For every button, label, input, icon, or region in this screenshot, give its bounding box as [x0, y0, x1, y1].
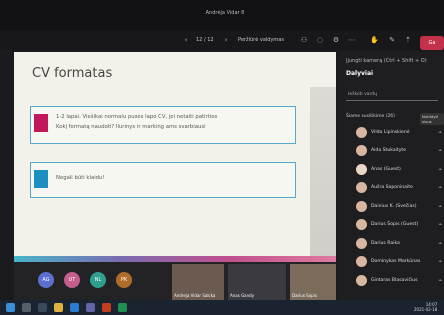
share-icon[interactable]: ⇡	[404, 36, 412, 44]
video-tile[interactable]: Darius Sopis	[290, 264, 336, 300]
camera-icon[interactable]: ✋	[370, 36, 379, 44]
taskbar-clock[interactable]: 14:07 2021-02-18	[414, 302, 437, 312]
avatar-initials: UT	[68, 277, 76, 283]
more-options-icon[interactable]: ⋯	[348, 36, 356, 44]
participant-row[interactable]: Dominykas Markūnas ⌁	[356, 254, 442, 270]
chevron-left-icon[interactable]: ‹	[182, 36, 190, 44]
panel-title: Dalyviai	[346, 70, 374, 77]
slide-decoration	[310, 87, 336, 257]
explorer-icon[interactable]	[54, 303, 63, 312]
window-titlebar: Andrėja Vidar 8	[0, 0, 444, 30]
participant-avatar-circle[interactable]: PK	[116, 272, 132, 288]
shared-slide: CV formatas 1-2 lapai. Viešikai normalu …	[14, 52, 336, 262]
avatar-initials: PK	[120, 277, 128, 283]
box2-marker	[34, 170, 48, 188]
participant-row[interactable]: Gintaras Blasavičius ⌁	[356, 273, 442, 289]
participant-row[interactable]: Dainius K. (Svečias) ⌁	[356, 199, 442, 215]
chat-icon[interactable]: ◌	[316, 36, 324, 44]
mic-muted-icon: ⌁	[438, 166, 442, 173]
participant-name: Darius Raika	[371, 241, 400, 246]
camera-hint: Įjungti kamerą (Ctrl + Shift + O)	[346, 58, 427, 64]
participant-row[interactable]: Aida Stukaityte ⌁	[356, 143, 442, 159]
window-title: Andrėja Vidar 8	[205, 10, 245, 16]
avatar	[356, 145, 367, 156]
box1-marker	[34, 114, 48, 132]
task-view-icon[interactable]	[38, 303, 47, 312]
chevron-right-icon[interactable]: ›	[222, 36, 230, 44]
settings-icon[interactable]: ⚙	[332, 36, 340, 44]
box2-text: Negali būti klaidu!	[56, 175, 105, 181]
mic-muted-icon: ⌁	[438, 129, 442, 136]
leave-label: Ga	[428, 40, 436, 46]
excel-icon[interactable]	[118, 303, 127, 312]
mic-muted-icon: ⌁	[438, 147, 442, 154]
participant-avatar-circle[interactable]: UT	[64, 272, 80, 288]
box1-line2: Kokį formatą naudoti? Ilurinys ir markin…	[56, 124, 206, 130]
participant-row[interactable]: Anas (Guest) ⌁	[356, 162, 442, 178]
mic-muted-icon: ⌁	[438, 277, 442, 284]
present-control-button[interactable]: Peržiūrė valdymas	[238, 37, 284, 43]
mic-muted-icon: ⌁	[438, 258, 442, 265]
microphone-icon[interactable]: ✎	[388, 36, 396, 44]
meeting-toolbar: ‹ 12 / 12 › Peržiūrė valdymas ⚇ ◌ ⚙ ⋯ ✋ …	[0, 30, 444, 50]
participants-section-header[interactable]: Šiame susitikime (26)	[346, 114, 395, 119]
participant-name: Aida Stukaityte	[371, 148, 407, 153]
avatar	[356, 275, 367, 286]
video-tile[interactable]: Anas Gandy	[228, 264, 286, 300]
search-icon[interactable]	[22, 303, 31, 312]
video-tile-name: Andreja Vidar Salcka	[174, 293, 216, 298]
slide-title: CV formatas	[32, 66, 113, 81]
avatar	[356, 201, 367, 212]
participant-row[interactable]: Darius Šopis (Guest) ⌁	[356, 217, 442, 233]
windows-start-icon[interactable]	[6, 303, 15, 312]
video-tile-name: Darius Sopis	[292, 293, 317, 298]
avatar-initials: NL	[94, 277, 102, 283]
page-counter: 12 / 12	[196, 37, 214, 43]
participant-row[interactable]: Aušra Saponinaite ⌁	[356, 180, 442, 196]
participant-name: Gintaras Blasavičius	[371, 278, 418, 283]
participant-name: Dainius K. (Svečias)	[371, 204, 417, 209]
participants-panel: Įjungti kamerą (Ctrl + Shift + O) Dalyvi…	[338, 52, 444, 300]
mute-all-button[interactable]: Nutildyti visus	[420, 113, 444, 125]
avatar-initials: AG	[42, 277, 50, 283]
participant-name: Dominykas Markūnas	[371, 259, 421, 264]
avatar	[356, 256, 367, 267]
participant-row[interactable]: Darius Raika ⌁	[356, 236, 442, 252]
participants-icon[interactable]: ⚇	[300, 36, 308, 44]
powerpoint-icon[interactable]	[102, 303, 111, 312]
participant-search-input[interactable]: Ieškoti vardų	[346, 90, 438, 101]
avatar	[356, 164, 367, 175]
box1-line1: 1-2 lapai. Viešikai normalu puses lapo C…	[56, 114, 218, 120]
participant-row[interactable]: Vilda Lipinskienė ⌁	[356, 125, 442, 141]
video-tile-name: Anas Gandy	[230, 293, 255, 298]
participant-name: Anas (Guest)	[371, 167, 401, 172]
teams-icon[interactable]	[86, 303, 95, 312]
edge-icon[interactable]	[70, 303, 79, 312]
video-tile[interactable]: Andreja Vidar Salcka	[172, 264, 224, 300]
avatar	[356, 219, 367, 230]
mic-muted-icon: ⌁	[438, 240, 442, 247]
os-taskbar	[0, 300, 444, 315]
participant-name: Aušra Saponinaite	[371, 185, 413, 190]
avatar	[356, 127, 367, 138]
mic-muted-icon: ⌁	[438, 203, 442, 210]
mic-muted-icon: ⌁	[438, 221, 442, 228]
leave-button[interactable]: Ga	[420, 36, 444, 50]
participant-avatar-circle[interactable]: AG	[38, 272, 54, 288]
mic-muted-icon: ⌁	[438, 184, 442, 191]
participant-name: Darius Šopis (Guest)	[371, 222, 419, 227]
avatar	[356, 182, 367, 193]
participant-name: Vilda Lipinskienė	[371, 130, 410, 135]
clock-date: 2021-02-18	[414, 307, 438, 312]
avatar	[356, 238, 367, 249]
participant-avatar-circle[interactable]: NL	[90, 272, 106, 288]
